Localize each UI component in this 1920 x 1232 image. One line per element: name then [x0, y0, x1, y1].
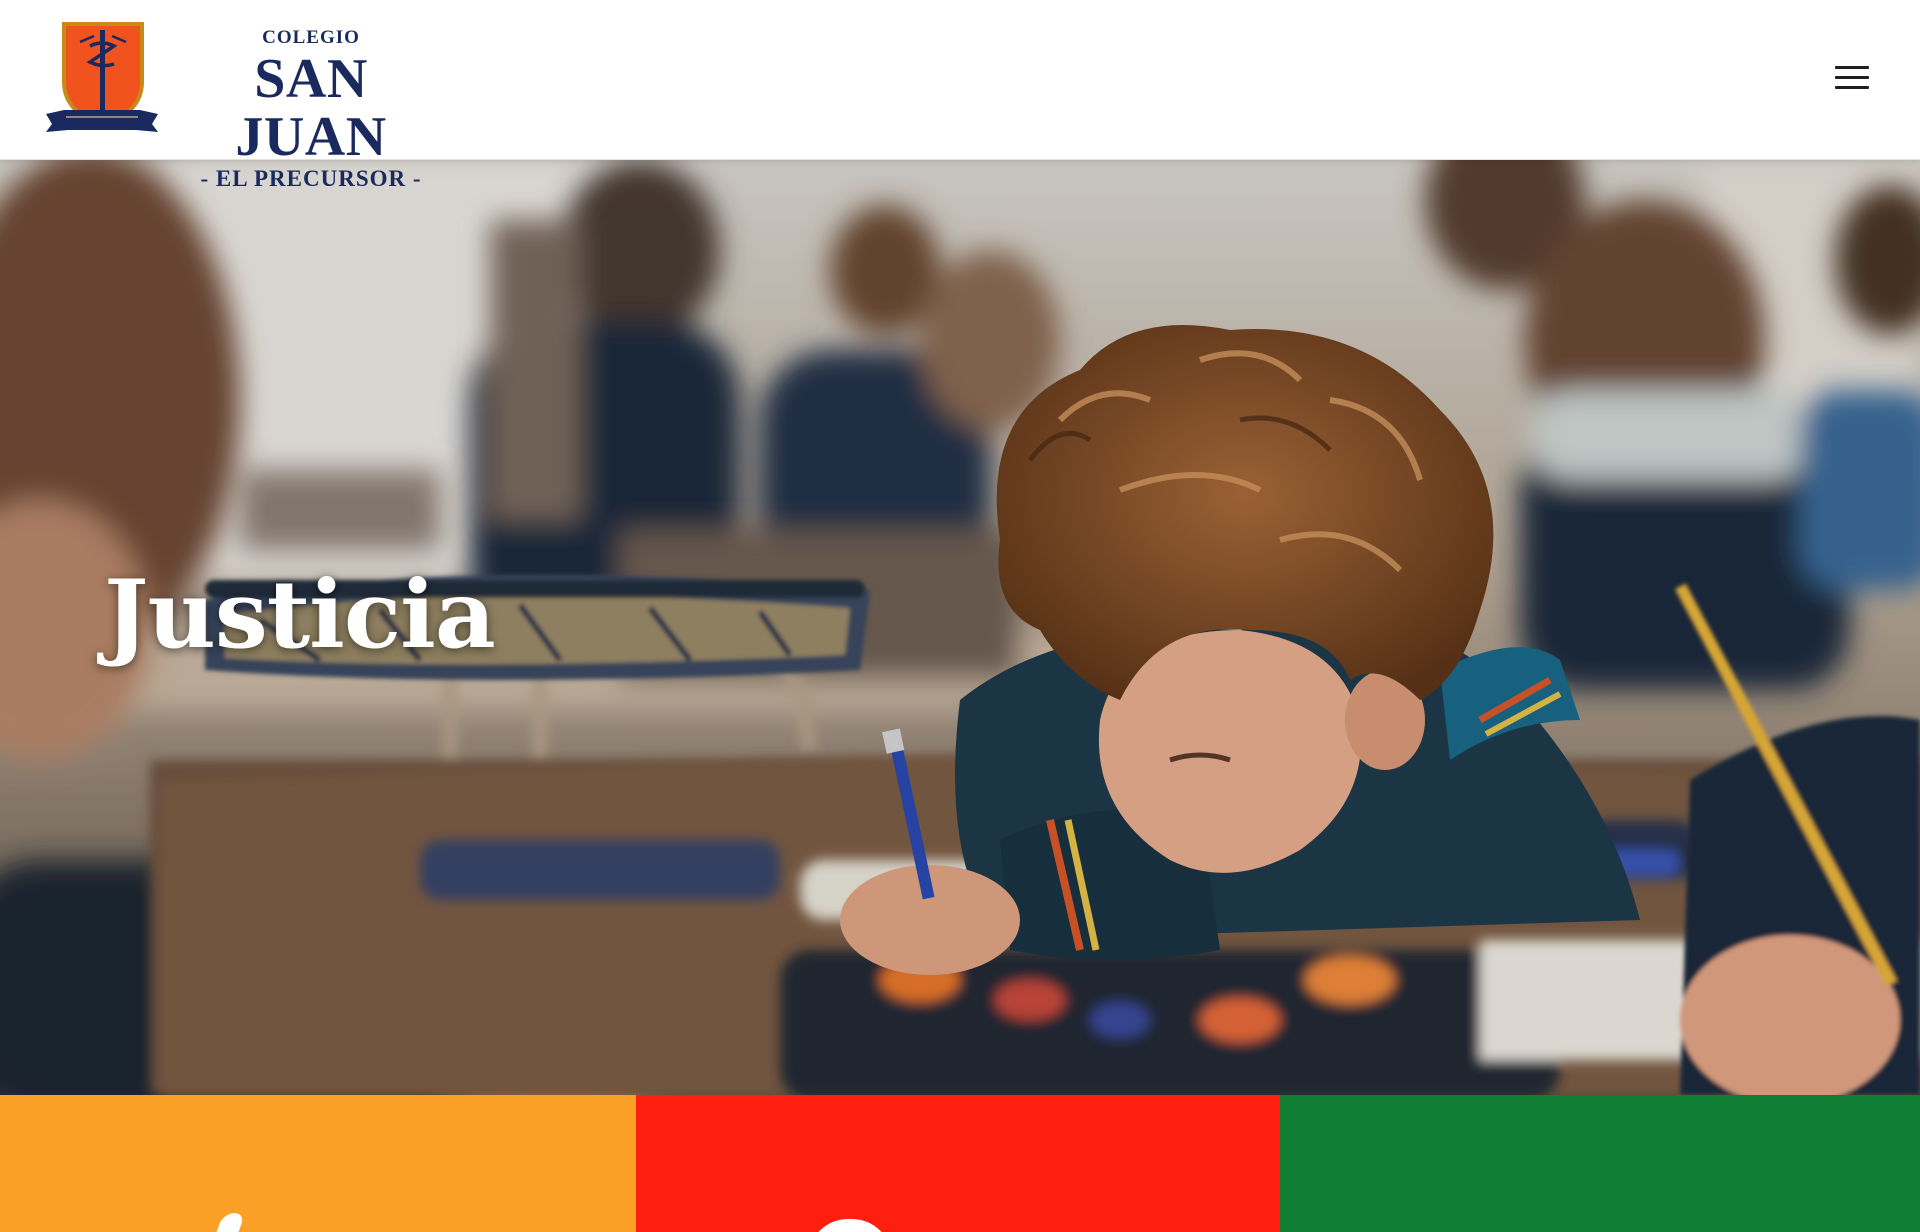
panel-green[interactable]	[1280, 1095, 1920, 1232]
menu-bar	[1835, 86, 1869, 89]
value-panels	[0, 1095, 1920, 1232]
panel-orange-icon	[212, 1213, 246, 1232]
hamburger-menu-icon[interactable]	[1830, 60, 1874, 96]
logo-line-san-juan: SAN JUAN	[235, 48, 387, 168]
site-header: COLEGIO SAN JUAN - EL PRECURSOR -	[0, 0, 1920, 191]
logo-line-colegio: COLEGIO	[262, 27, 360, 48]
school-crest-icon	[46, 22, 158, 132]
logo-line-el-precursor: - EL PRECURSOR -	[200, 166, 422, 191]
logo-wordmark: COLEGIO SAN JUAN - EL PRECURSOR -	[176, 26, 446, 192]
panel-red-icon	[808, 1219, 892, 1232]
hero-title: Justicia	[104, 560, 496, 670]
panel-red[interactable]	[636, 1095, 1280, 1232]
school-logo-link[interactable]: COLEGIO SAN JUAN - EL PRECURSOR -	[44, 20, 444, 191]
menu-bar	[1835, 76, 1869, 79]
menu-bar	[1835, 66, 1869, 69]
panel-orange[interactable]	[0, 1095, 636, 1232]
hero-banner: Justicia	[0, 160, 1920, 1095]
